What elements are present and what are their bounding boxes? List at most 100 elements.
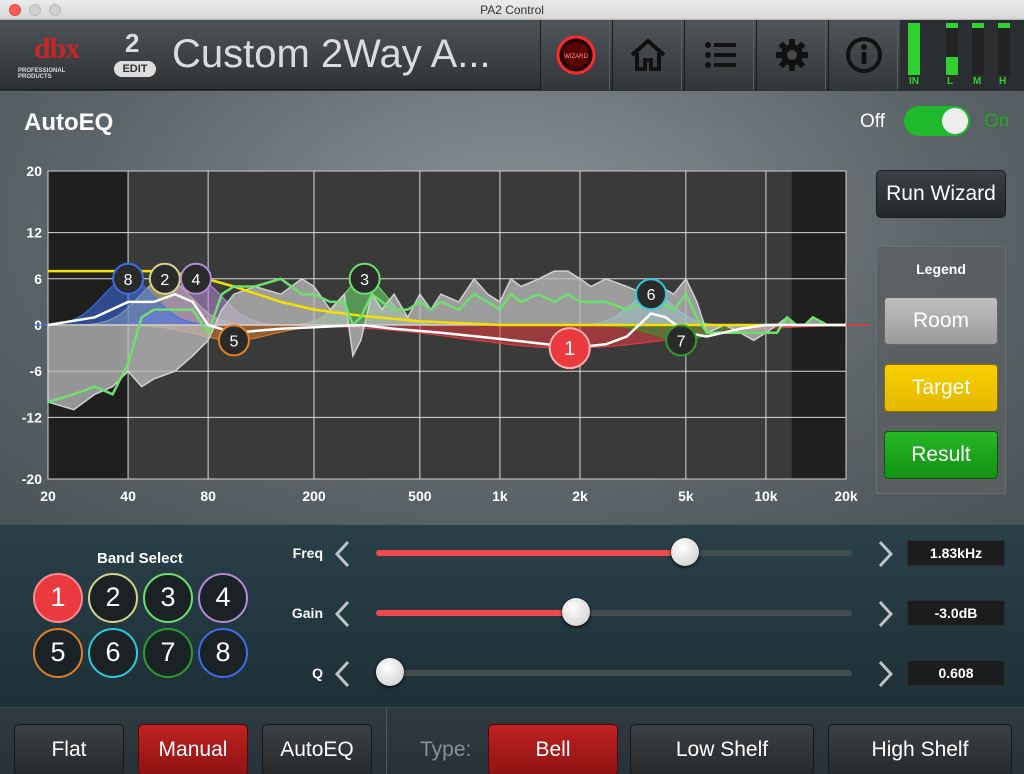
meter-peak (908, 23, 920, 28)
level-meters: IN L M H (900, 20, 1024, 90)
list-button[interactable] (684, 20, 754, 90)
meter-label: H (999, 76, 1007, 87)
y-tick-label: -12 (22, 409, 42, 425)
settings-button[interactable] (756, 20, 826, 90)
window-titlebar: PA2 Control (0, 0, 1024, 20)
type-label: Type: (420, 738, 472, 761)
meter-peak (946, 23, 958, 28)
band-controls: Band Select 1 2 3 4 5 6 7 8 Freq 1.83kHz Gain -3.0d… (0, 525, 1024, 707)
eq-graph[interactable]: 20 40 80 200 500 1k 2k 5k 10k 20k201260-6-12-2012… (0, 161, 870, 511)
meter-l (946, 23, 958, 75)
gear-icon (776, 39, 808, 71)
freq-label: Freq (292, 545, 323, 561)
band-1-handle[interactable]: 1 (548, 327, 591, 370)
q-increment-button[interactable] (876, 659, 896, 689)
meter-label: L (947, 76, 954, 87)
band-2-handle[interactable]: 2 (148, 262, 181, 295)
list-icon (705, 42, 736, 68)
band-handle-label: 1 (564, 338, 575, 360)
y-tick-label: -20 (22, 471, 42, 487)
freq-slider-fill (376, 550, 686, 556)
x-tick-label: 20k (834, 488, 858, 504)
footer-bar: Flat Manual AutoEQ Type: Bell Low Shelf … (0, 707, 1024, 774)
x-tick-label: 200 (302, 488, 326, 504)
info-button[interactable] (828, 20, 898, 90)
bell-type-button[interactable]: Bell (488, 724, 618, 774)
autoeq-panel: AutoEQ Off On 20 40 80 200 500 1k 2k 5k 10k 20k 20… (0, 91, 1024, 525)
chevron-left-icon (334, 540, 350, 568)
band-7-handle[interactable]: 7 (665, 324, 698, 357)
x-tick-label: 20 (40, 488, 56, 504)
legend-target-button[interactable]: Target (884, 364, 998, 412)
meter-in (908, 23, 920, 75)
autoeq-toggle[interactable] (904, 106, 970, 136)
freq-slider[interactable] (376, 538, 852, 566)
legend-result-button[interactable]: Result (884, 431, 998, 479)
legend-panel: Legend Room Target Result (876, 246, 1006, 494)
wizard-icon: WIZARD (556, 35, 596, 75)
freq-value: 1.83kHz (907, 540, 1005, 566)
preset-number: 2 (125, 28, 140, 58)
band-6-handle[interactable]: 6 (635, 278, 668, 311)
dbx-logo: dbx PROFESSIONAL PRODUCTS (18, 32, 80, 80)
x-tick-label: 5k (678, 488, 694, 504)
band-handle-label: 7 (677, 333, 686, 350)
x-tick-label: 500 (408, 488, 432, 504)
chevron-left-icon (334, 660, 350, 688)
q-slider-thumb[interactable] (376, 658, 405, 686)
wizard-button[interactable]: WIZARD (540, 20, 610, 90)
y-tick-label: 12 (26, 225, 42, 241)
legend-room-button[interactable]: Room (884, 297, 998, 345)
low-shelf-type-button[interactable]: Low Shelf (630, 724, 814, 774)
gain-increment-button[interactable] (876, 599, 896, 629)
run-wizard-button[interactable]: Run Wizard (876, 170, 1006, 218)
window-title: PA2 Control (480, 3, 544, 17)
band-8-handle[interactable]: 8 (112, 262, 145, 295)
x-tick-label: 1k (492, 488, 508, 504)
band-3-handle[interactable]: 3 (348, 262, 381, 295)
meter-label: IN (909, 76, 919, 87)
q-decrement-button[interactable] (332, 659, 352, 689)
manual-mode-button[interactable]: Manual (138, 724, 248, 774)
freq-decrement-button[interactable] (332, 539, 352, 569)
chevron-left-icon (334, 600, 350, 628)
gain-value: -3.0dB (907, 600, 1005, 626)
band-handle-label: 6 (647, 287, 656, 304)
band-handle-label: 3 (360, 272, 369, 289)
legend-title: Legend (916, 261, 966, 277)
high-shelf-type-button[interactable]: High Shelf (828, 724, 1012, 774)
band-5-handle[interactable]: 5 (217, 324, 250, 357)
footer-divider (386, 708, 387, 774)
chevron-right-icon (878, 600, 894, 628)
meter-fill (946, 56, 958, 75)
gain-decrement-button[interactable] (332, 599, 352, 629)
toggle-knob (942, 108, 968, 134)
x-tick-label: 40 (120, 488, 136, 504)
freq-slider-thumb[interactable] (671, 538, 700, 566)
flat-mode-button[interactable]: Flat (14, 724, 124, 774)
q-value: 0.608 (907, 660, 1005, 686)
toggle-on-label: On (984, 111, 1010, 132)
autoeq-mode-button[interactable]: AutoEQ (262, 724, 372, 774)
y-tick-label: -6 (30, 363, 43, 379)
band-handle-label: 5 (229, 333, 238, 350)
meter-m (972, 23, 984, 75)
gain-label: Gain (291, 605, 323, 621)
meter-h (998, 23, 1010, 75)
chevron-right-icon (878, 540, 894, 568)
x-tick-label: 10k (754, 488, 778, 504)
q-slider[interactable] (376, 658, 852, 686)
y-tick-label: 20 (26, 163, 42, 179)
info-icon (846, 37, 882, 73)
gain-slider-thumb[interactable] (561, 598, 590, 626)
edit-badge[interactable]: EDIT (114, 61, 156, 77)
y-tick-label: 6 (34, 271, 42, 287)
gain-slider[interactable] (376, 598, 852, 626)
svg-text:WIZARD: WIZARD (564, 54, 588, 60)
home-button[interactable] (612, 20, 682, 90)
preset-title: Custom 2Way A... (172, 32, 491, 76)
band-4-handle[interactable]: 4 (179, 262, 212, 295)
freq-increment-button[interactable] (876, 539, 896, 569)
band-handle-label: 2 (160, 272, 169, 289)
meter-peak (972, 23, 984, 28)
